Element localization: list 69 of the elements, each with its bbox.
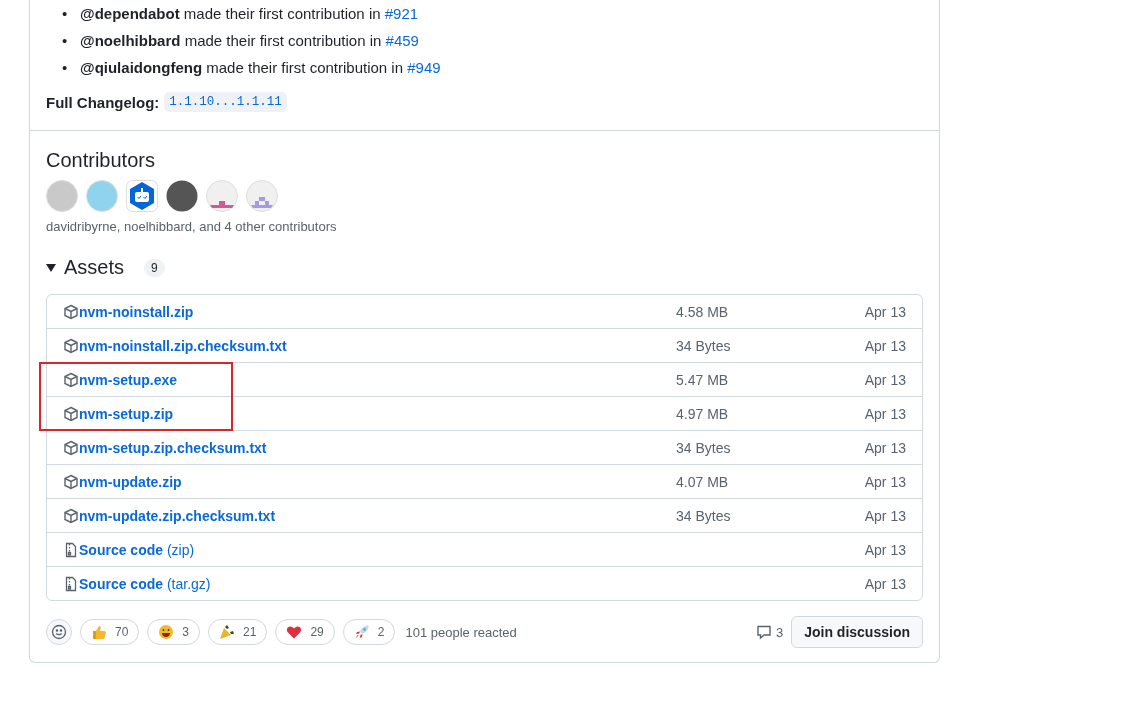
package-icon [63, 439, 79, 456]
bullet: • [62, 4, 69, 24]
reaction-button[interactable]: 70 [80, 619, 140, 645]
package-icon [63, 405, 79, 422]
asset-date: Apr 13 [864, 439, 906, 456]
file-size: 5.47 MB [676, 371, 729, 388]
package-icon [63, 303, 79, 320]
assets-heading[interactable]: Assets [64, 256, 125, 279]
source-code-link[interactable]: Source code (zip) [79, 541, 195, 558]
asset-link[interactable]: nvm-noinstall.zip.checksum.txt [79, 337, 287, 354]
pull-request-link[interactable]: #459 [385, 32, 419, 49]
asset-date: Apr 13 [864, 575, 906, 592]
add-reaction-button[interactable] [46, 619, 72, 645]
laughing-face-icon [158, 624, 175, 640]
package-icon [63, 473, 79, 490]
file-size: 34 Bytes [676, 337, 731, 354]
file-size: 4.97 MB [676, 405, 729, 422]
asset-date: Apr 13 [864, 541, 906, 558]
asset-link[interactable]: nvm-setup.zip [79, 405, 174, 422]
join-discussion-button[interactable]: Join discussion [791, 616, 923, 648]
reactions-summary: 101 people reacted [405, 624, 517, 640]
package-icon [63, 337, 79, 354]
asset-date: Apr 13 [864, 473, 906, 490]
comment-icon [755, 624, 772, 640]
disclosure-triangle-icon[interactable] [46, 263, 56, 272]
identicon-avatar[interactable] [206, 180, 238, 212]
asset-link[interactable]: nvm-update.zip.checksum.txt [79, 507, 276, 524]
file-size: 34 Bytes [676, 439, 731, 456]
asset-date: Apr 13 [864, 405, 906, 422]
file-size: 34 Bytes [676, 507, 731, 524]
bullet: • [62, 58, 69, 78]
file-zip-icon [63, 541, 79, 558]
contributors-summary: davidribyrne, noelhibbard, and 4 other contributors [46, 219, 338, 234]
comment-count[interactable]: 3 [755, 624, 784, 640]
smiley-icon [51, 624, 67, 640]
asset-date: Apr 13 [864, 371, 906, 388]
avatar[interactable] [166, 180, 198, 212]
changelog-link[interactable]: 1.1.10...1.1.11 [164, 92, 287, 112]
heart-icon [286, 624, 303, 640]
file-size: 4.58 MB [676, 303, 729, 320]
contribution-text: @qiulaidongfeng made their first contribution in #949 [80, 58, 441, 78]
pull-request-link[interactable]: #949 [407, 59, 441, 76]
asset-date: Apr 13 [864, 507, 906, 524]
file-zip-icon [63, 575, 79, 592]
reaction-button[interactable]: 2 [342, 619, 396, 645]
asset-link[interactable]: nvm-noinstall.zip [79, 303, 194, 320]
thumbs-up-icon [91, 624, 107, 640]
asset-date: Apr 13 [864, 303, 906, 320]
asset-link[interactable]: nvm-setup.exe [79, 371, 178, 388]
pull-request-link[interactable]: #921 [384, 5, 419, 22]
file-size: 4.07 MB [676, 473, 729, 490]
robot-avatar[interactable] [126, 180, 158, 212]
package-icon [63, 507, 79, 524]
contribution-text: @dependabot made their first contribution in #921 [80, 4, 419, 24]
contribution-text: @noelhibbard made their first contribution in #459 [80, 31, 419, 51]
asset-link[interactable]: nvm-update.zip [79, 473, 182, 490]
reaction-button[interactable]: 29 [275, 619, 335, 645]
party-popper-icon [219, 624, 236, 640]
package-icon [63, 371, 79, 388]
reaction-button[interactable]: 21 [208, 619, 268, 645]
asset-date: Apr 13 [864, 337, 906, 354]
bullet: • [62, 31, 69, 51]
rocket-icon [353, 624, 370, 640]
asset-link[interactable]: nvm-setup.zip.checksum.txt [79, 439, 267, 456]
changelog-label: Full Changelog: [46, 93, 160, 111]
contributors-heading: Contributors [46, 149, 156, 172]
count-badge: 9 [144, 258, 165, 277]
source-code-link[interactable]: Source code (tar.gz) [79, 575, 211, 592]
reaction-button[interactable]: 3 [147, 619, 201, 645]
